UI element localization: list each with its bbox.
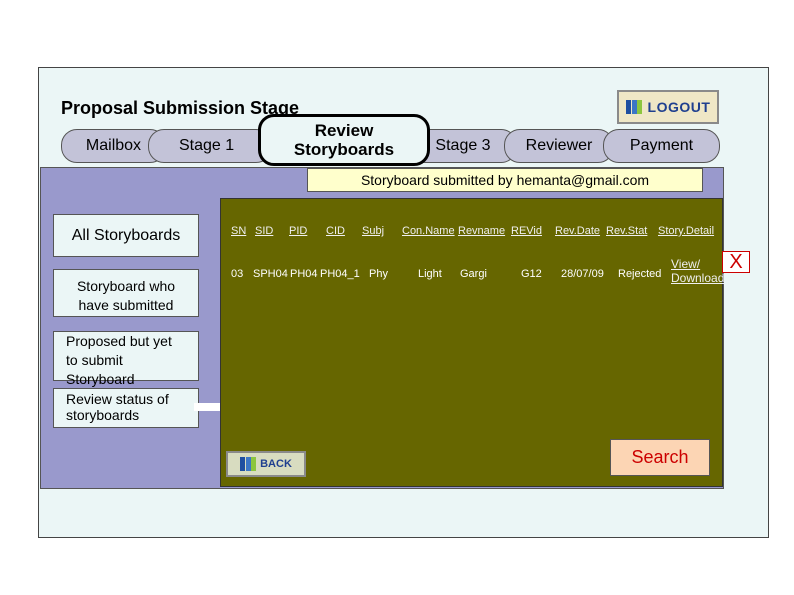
cell-conname: Light [418, 268, 442, 280]
brand-logo-icon [625, 100, 642, 114]
tab-review-storyboards[interactable]: Review Storyboards [258, 114, 430, 166]
sidebar-item-submitted-line1: Storyboard who [76, 278, 176, 294]
cell-sid: SPH04 [253, 268, 288, 280]
tab-stage-3-label: Stage 3 [435, 137, 491, 154]
sidebar-item-submitted[interactable]: Storyboard who have submitted [53, 269, 199, 317]
sidebar-item-proposed-line1: Proposed but yet [66, 333, 172, 349]
sidebar-item-review-status[interactable]: Review status of storyboards [53, 388, 199, 428]
cell-revdate: 28/07/09 [561, 268, 604, 280]
brand-logo-icon [240, 457, 257, 471]
tab-mailbox-label: Mailbox [85, 137, 142, 154]
col-header-cid[interactable]: CID [326, 225, 345, 237]
col-header-revdate[interactable]: Rev.Date [555, 225, 600, 237]
cell-cid: PH04_1 [320, 268, 360, 280]
tab-review-label-line1: Review [314, 121, 374, 140]
submitted-by-banner: Storyboard submitted by hemanta@gmail.co… [307, 168, 703, 192]
tab-review-label-line2: Storyboards [293, 140, 395, 159]
logout-button[interactable]: LOGOUT [617, 90, 719, 124]
tab-reviewer-label: Reviewer [525, 137, 593, 154]
tab-payment[interactable]: Payment [603, 129, 720, 163]
col-header-story-detail[interactable]: Story.Detail [658, 225, 714, 237]
back-label: BACK [260, 458, 292, 470]
view-link-label: View/ [671, 257, 701, 271]
tab-stage-1-label: Stage 1 [179, 137, 235, 154]
cell-revname: Gargi [460, 268, 487, 280]
col-header-sn[interactable]: SN [231, 225, 246, 237]
sidebar-item-all-storyboards[interactable]: All Storyboards [53, 214, 199, 257]
sidebar-item-submitted-line2: have submitted [78, 297, 174, 313]
download-link-label: Download [671, 271, 725, 285]
page-title: Proposal Submission Stage [61, 98, 300, 118]
back-button[interactable]: BACK [226, 451, 306, 477]
sidebar-item-review-line1: Review status of [66, 391, 169, 407]
sidebar-item-all-label: All Storyboards [71, 227, 181, 244]
close-icon[interactable]: X [722, 251, 750, 273]
col-header-sid[interactable]: SID [255, 225, 273, 237]
sidebar-item-proposed-line3: Storyboard [66, 371, 135, 387]
sidebar-item-proposed-line2: to submit [66, 352, 123, 368]
col-header-subj[interactable]: Subj [362, 225, 384, 237]
col-header-revstat[interactable]: Rev.Stat [606, 225, 647, 237]
col-header-pid[interactable]: PID [289, 225, 307, 237]
cell-revid: G12 [521, 268, 542, 280]
cell-pid: PH04 [290, 268, 318, 280]
col-header-revid[interactable]: REVid [511, 225, 542, 237]
view-download-link[interactable]: View/ Download [671, 257, 724, 285]
tab-payment-label: Payment [629, 137, 694, 154]
cell-revstat: Rejected [618, 268, 662, 280]
tab-stage-1[interactable]: Stage 1 [148, 129, 272, 163]
logout-label: LOGOUT [647, 99, 711, 115]
col-header-revname[interactable]: Revname [458, 225, 505, 237]
cell-subj: Phy [369, 268, 388, 280]
cell-sn: 03 [231, 268, 244, 280]
col-header-conname[interactable]: Con.Name [402, 225, 455, 237]
search-button[interactable]: Search [610, 439, 710, 476]
tab-reviewer[interactable]: Reviewer [504, 129, 614, 163]
sidebar-item-review-line2: storyboards [66, 407, 140, 423]
sidebar-item-proposed[interactable]: Proposed but yet to submit Storyboard [53, 331, 199, 387]
